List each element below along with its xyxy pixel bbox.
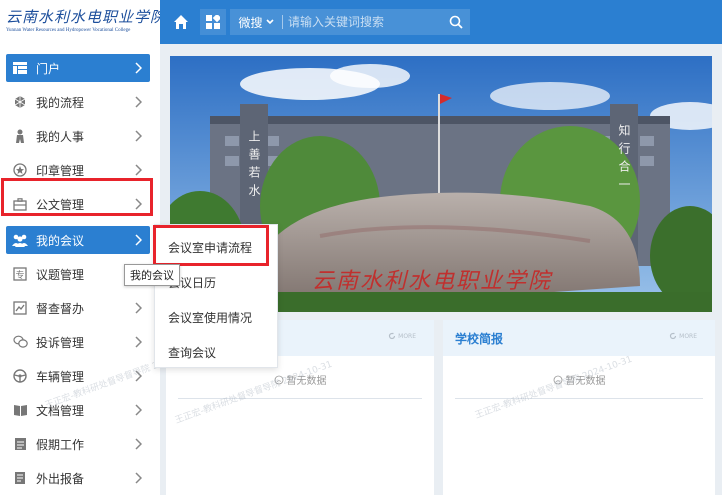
highlight-box	[1, 178, 153, 216]
sidebar-item-personnel[interactable]: 我的人事	[6, 122, 150, 150]
submenu-item-room-usage[interactable]: 会议室使用情况	[168, 309, 252, 326]
person-icon	[12, 128, 28, 144]
chevron-right-icon	[135, 62, 142, 74]
sidebar-item-label: 议题管理	[36, 267, 85, 282]
divider	[455, 398, 703, 399]
search-icon[interactable]	[448, 14, 464, 30]
sidebar-item-label: 我的人事	[36, 129, 85, 144]
sidebar-item-label: 印章管理	[36, 163, 85, 178]
submenu-item-search[interactable]: 查询会议	[168, 344, 216, 361]
panel-title: 学校简报	[455, 332, 504, 346]
college-logo[interactable]: 云南水利水电职业学院 Yunnan Water Resources and Hy…	[0, 0, 165, 44]
sidebar-item-outing-report[interactable]: 外出报备	[6, 464, 150, 492]
more-label: MORE	[398, 332, 416, 340]
chevron-right-icon	[135, 130, 142, 142]
calendar-icon	[12, 436, 28, 452]
empty-state: 暂无数据	[166, 372, 434, 387]
empty-face-icon	[553, 375, 562, 384]
chevron-right-icon	[135, 370, 142, 382]
top-bar: 微搜	[160, 0, 722, 44]
search-input[interactable]	[288, 9, 438, 35]
workflow-icon	[12, 94, 28, 110]
search-bar: 微搜	[230, 9, 470, 35]
banner-rock-text: 云南水利水电职业学院	[312, 269, 553, 294]
more-label: MORE	[679, 332, 697, 340]
sidebar-item-portal[interactable]: 门户	[6, 54, 150, 82]
chart-icon	[12, 300, 28, 316]
panel-header: 学校简报 MORE	[443, 320, 715, 356]
chevron-right-icon	[135, 404, 142, 416]
sidebar-item-label: 我的会议	[36, 233, 85, 248]
chevron-down-icon	[265, 19, 274, 25]
empty-state: 暂无数据	[443, 372, 715, 387]
apps-grid-button[interactable]	[200, 9, 226, 35]
chevron-right-icon	[135, 336, 142, 348]
steering-wheel-icon	[12, 368, 28, 384]
divider	[178, 398, 422, 399]
submenu-highlight-box	[153, 225, 269, 266]
svg-text:专: 专	[15, 269, 24, 281]
search-scope-label: 微搜	[238, 15, 263, 30]
sidebar-item-supervision[interactable]: 督查督办	[6, 294, 150, 322]
home-icon	[174, 15, 188, 29]
empty-text: 暂无数据	[286, 376, 327, 387]
chevron-right-icon	[135, 164, 142, 176]
logo-title: 云南水利水电职业学院	[6, 8, 167, 26]
document-icon	[12, 470, 28, 486]
meeting-icon	[12, 232, 28, 248]
sidebar-item-complaints[interactable]: 投诉管理	[6, 328, 150, 356]
topic-icon: 专	[12, 266, 28, 282]
sidebar-item-label: 门户	[36, 61, 61, 76]
search-scope-select[interactable]: 微搜	[230, 9, 282, 35]
portal-icon	[12, 60, 28, 76]
sidebar-item-label: 投诉管理	[36, 335, 85, 350]
empty-text: 暂无数据	[565, 376, 606, 387]
sidebar-item-label: 外出报备	[36, 471, 85, 486]
chevron-right-icon	[135, 234, 142, 246]
sidebar-item-meetings[interactable]: 我的会议	[6, 226, 150, 254]
more-link[interactable]: MORE	[388, 332, 416, 340]
empty-face-icon	[274, 375, 283, 384]
home-button[interactable]	[168, 9, 194, 35]
sidebar-item-label: 我的流程	[36, 95, 85, 110]
sidebar-item-label: 督查督办	[36, 301, 85, 316]
logo-subtitle: Yunnan Water Resources and Hydropower Vo…	[6, 28, 131, 33]
chevron-right-icon	[135, 96, 142, 108]
sidebar-item-files[interactable]: 文档管理	[6, 396, 150, 424]
sidebar-item-workflow[interactable]: 我的流程	[6, 88, 150, 116]
chevron-right-icon	[135, 302, 142, 314]
sidebar-item-holiday-work[interactable]: 假期工作	[6, 430, 150, 458]
sidebar-item-label: 文档管理	[36, 403, 85, 418]
apps-grid-icon	[206, 15, 220, 29]
chevron-right-icon	[135, 438, 142, 450]
tooltip: 我的会议	[124, 264, 180, 286]
sidebar-item-vehicles[interactable]: 车辆管理	[6, 362, 150, 390]
more-link[interactable]: MORE	[669, 332, 697, 340]
chat-icon	[12, 334, 28, 350]
search-divider	[282, 15, 283, 29]
banner-left-text: 上善若水	[247, 130, 261, 202]
chevron-right-icon	[135, 472, 142, 484]
refresh-icon	[389, 332, 396, 340]
book-icon	[12, 402, 28, 418]
seal-icon	[12, 162, 28, 178]
sidebar-item-label: 假期工作	[36, 437, 85, 452]
sidebar-item-label: 车辆管理	[36, 369, 85, 384]
refresh-icon	[670, 332, 677, 340]
banner-right-text: 知行合一	[617, 124, 631, 196]
school-brief-panel: 学校简报 MORE 暂无数据	[443, 320, 715, 495]
